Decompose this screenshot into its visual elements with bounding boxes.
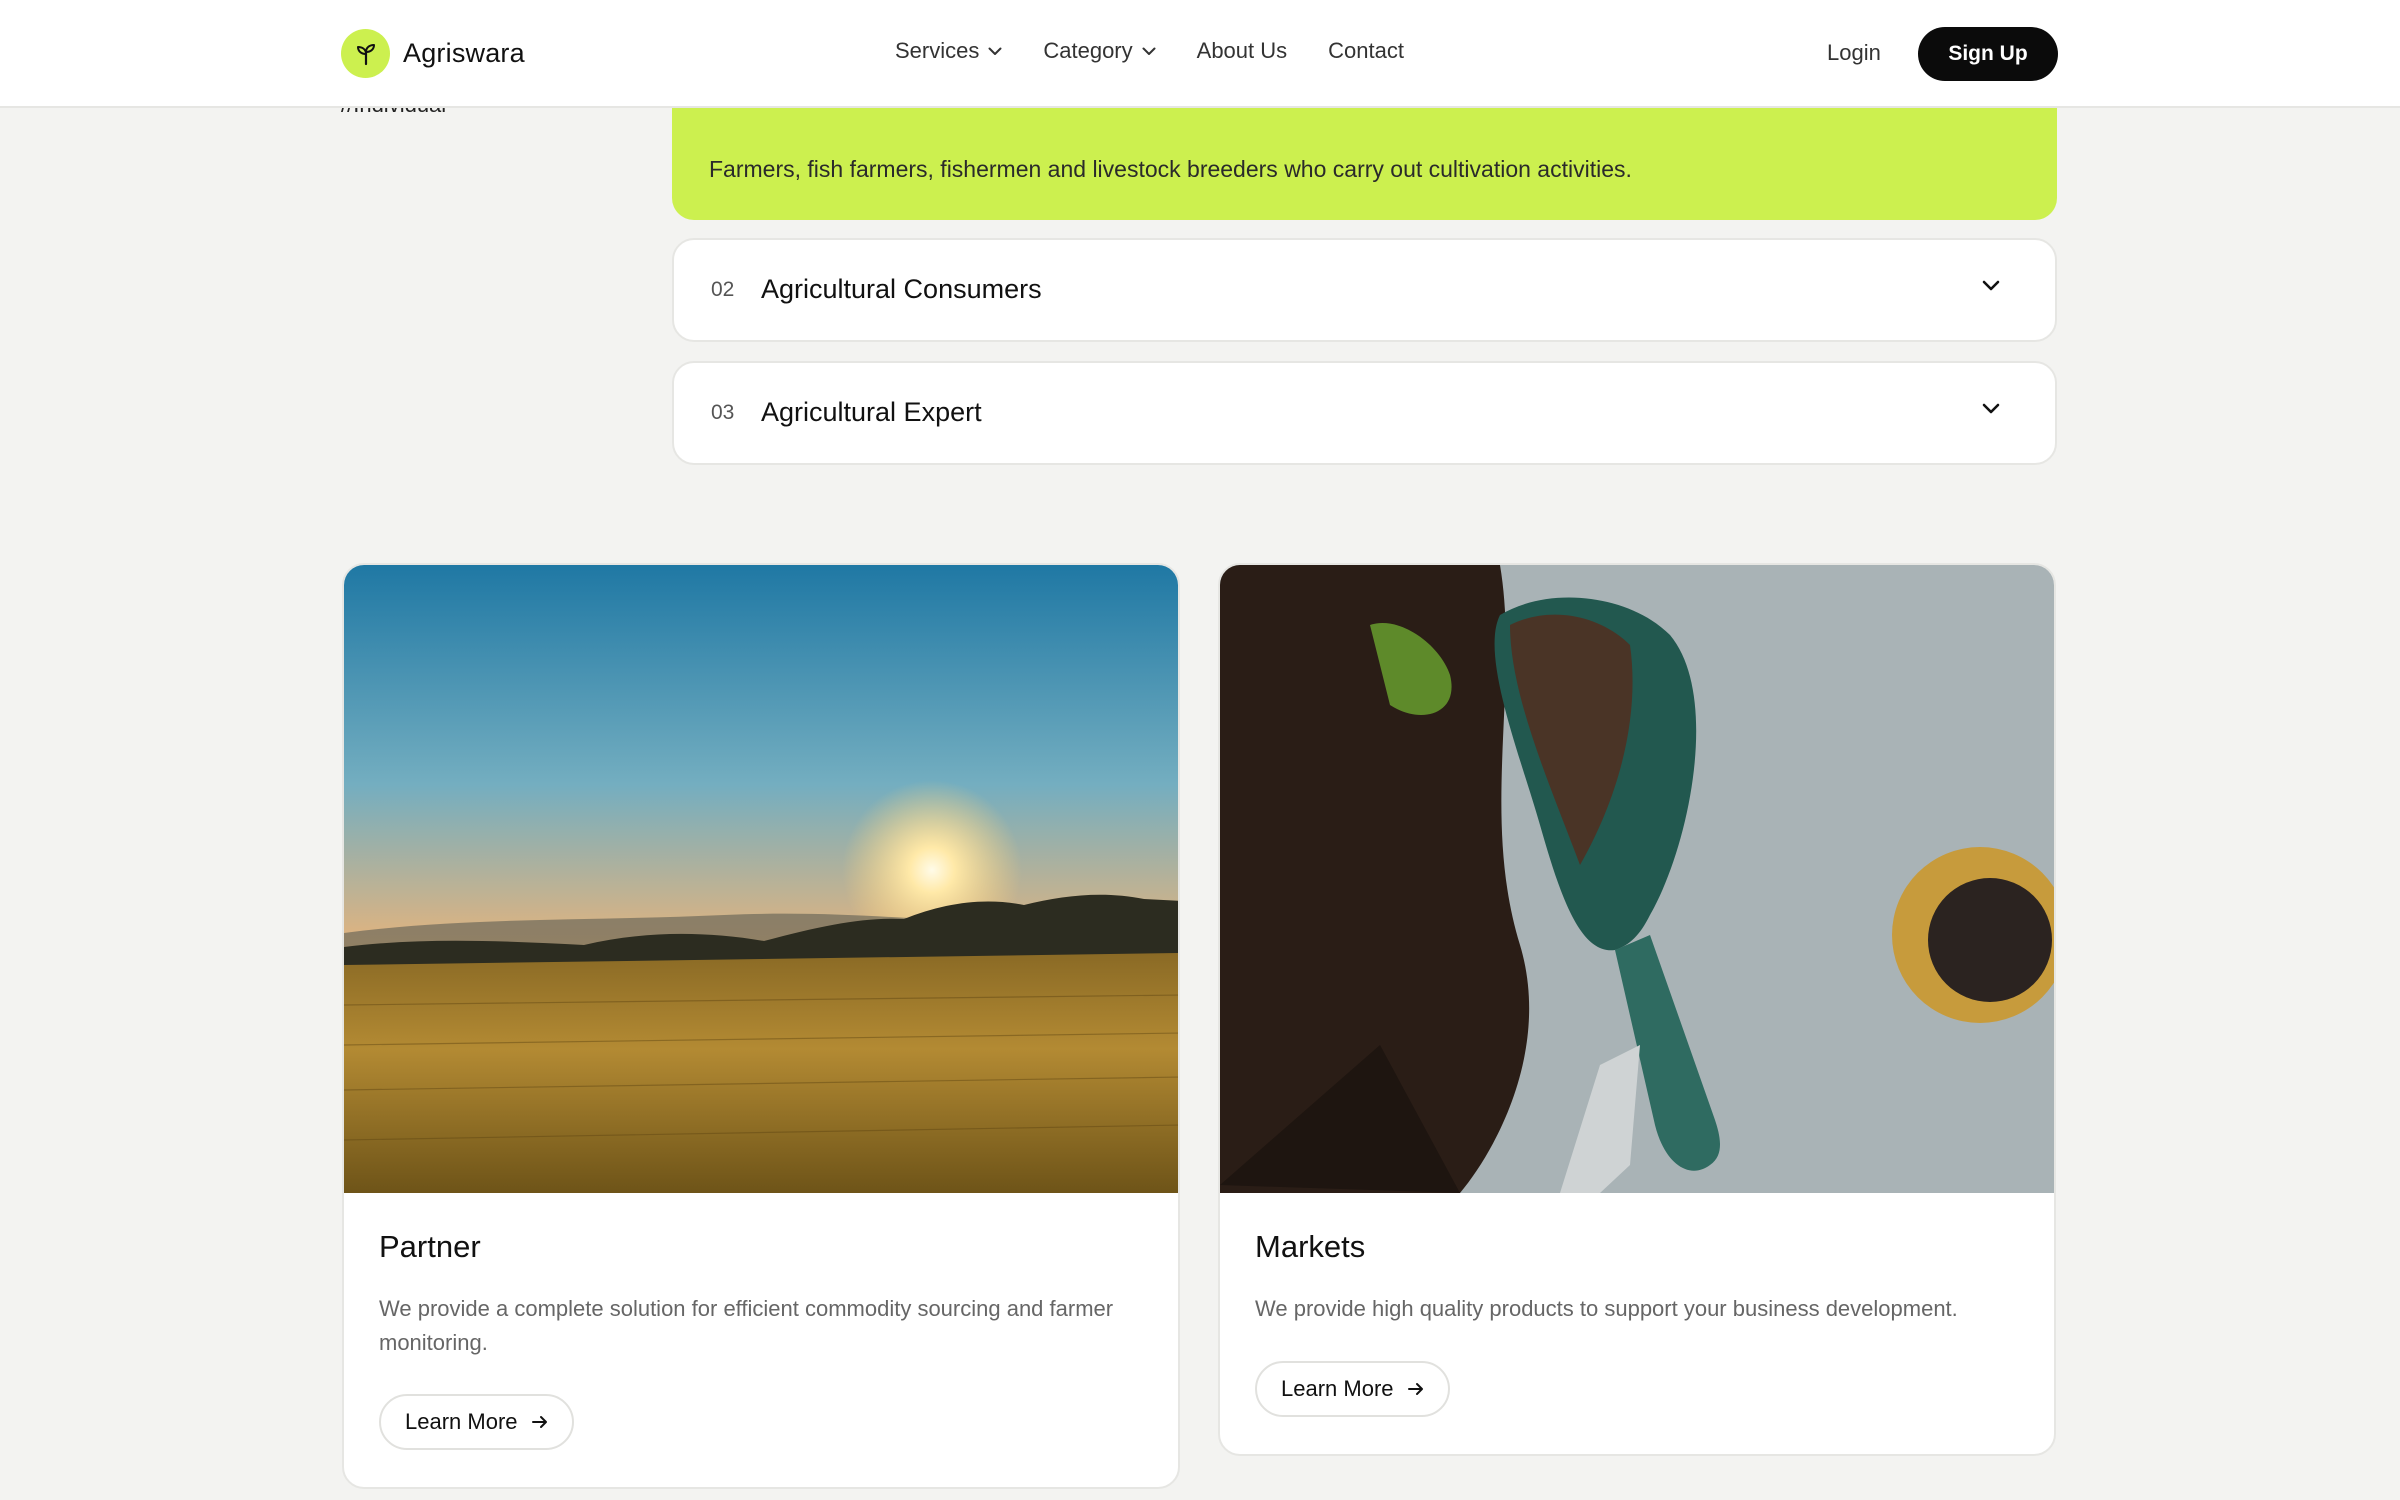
main-nav: Services Category About Us Contact (895, 38, 1445, 64)
nav-category-label: Category (1043, 38, 1133, 63)
sprout-icon (341, 29, 390, 78)
accordion-item-agricultural-consumers[interactable]: 02 Agricultural Consumers (672, 238, 2057, 342)
chevron-down-icon[interactable] (1982, 403, 2000, 415)
nav-services[interactable]: Services (895, 38, 1002, 64)
arrow-right-icon (531, 1415, 548, 1429)
arrow-right-icon (1407, 1382, 1424, 1396)
markets-card: Markets We provide high quality products… (1218, 563, 2056, 1456)
partner-learn-more-button[interactable]: Learn More (379, 1394, 574, 1450)
learn-more-label: Learn More (1281, 1376, 1394, 1401)
signup-button[interactable]: Sign Up (1918, 27, 2058, 81)
brand-logo[interactable]: Agriswara (341, 29, 525, 78)
nav-contact[interactable]: Contact (1328, 38, 1404, 64)
accordion-item-title: Agricultural Consumers (761, 274, 1042, 304)
partner-card: Partner We provide a complete solution f… (342, 563, 1180, 1489)
markets-card-description: We provide high quality products to supp… (1255, 1296, 1958, 1321)
garden-trowel-soil-image (1220, 565, 2054, 1193)
learn-more-label: Learn More (405, 1409, 518, 1434)
login-link[interactable]: Login (1827, 40, 1881, 66)
chevron-down-icon (1142, 47, 1156, 56)
nav-category[interactable]: Category (1043, 38, 1156, 64)
partner-card-description: We provide a complete solution for effic… (379, 1296, 1114, 1355)
partner-card-title: Partner (379, 1229, 481, 1264)
chevron-down-icon (988, 47, 1002, 56)
wheat-field-sunset-image (344, 565, 1178, 1193)
top-navbar: Agriswara Services Category About Us Con… (0, 0, 2400, 108)
accordion-open-description: Farmers, fish farmers, fishermen and liv… (709, 156, 1632, 182)
markets-card-title: Markets (1255, 1229, 1366, 1264)
nav-about-us[interactable]: About Us (1197, 38, 1288, 64)
markets-learn-more-button[interactable]: Learn More (1255, 1361, 1450, 1417)
nav-services-label: Services (895, 38, 980, 63)
accordion-item-number: 02 (711, 278, 735, 301)
nav-contact-label: Contact (1328, 38, 1404, 63)
brand-name: Agriswara (403, 38, 525, 68)
accordion-item-number: 03 (711, 401, 735, 424)
nav-about-us-label: About Us (1196, 38, 1288, 63)
chevron-down-icon[interactable] (1982, 280, 2000, 292)
accordion-item-title: Agricultural Expert (761, 397, 982, 427)
accordion-item-agricultural-expert[interactable]: 03 Agricultural Expert (672, 361, 2057, 465)
